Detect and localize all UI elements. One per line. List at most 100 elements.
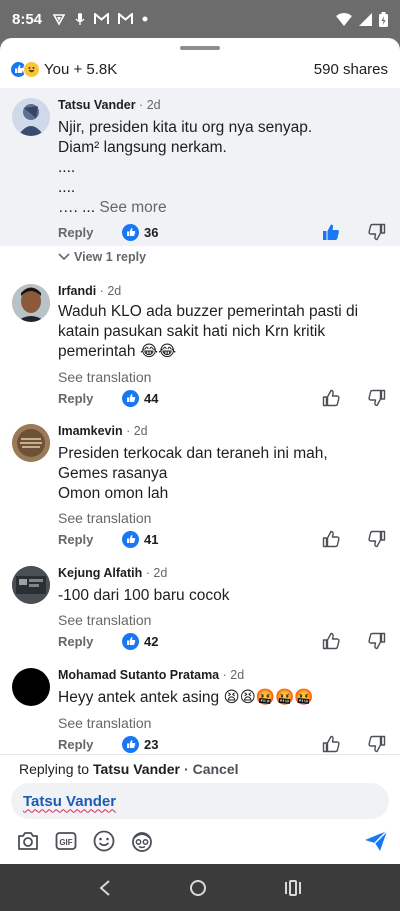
camera-button[interactable] — [16, 829, 40, 853]
avatar[interactable] — [12, 424, 50, 462]
avatar[interactable] — [12, 566, 50, 604]
like-badge-icon — [122, 530, 139, 548]
comment-actions: Reply 44 — [58, 388, 400, 408]
thumbs-up-icon[interactable] — [322, 632, 340, 650]
view-replies-link[interactable]: View 1 reply — [58, 250, 146, 264]
like-count[interactable]: 23 — [122, 735, 158, 753]
like-badge-icon — [122, 735, 139, 753]
comment-text: Heyy antek antek asing 😫😫🤬🤬🤬 — [58, 689, 314, 706]
clock: 8:54 — [12, 10, 43, 28]
replying-separator: · — [183, 760, 189, 777]
replying-bar: Replying to Tatsu Vander · Cancel — [0, 754, 400, 782]
notification-icons — [52, 12, 148, 26]
comment-actions: Reply 36 — [58, 222, 400, 242]
vote-buttons — [322, 389, 386, 407]
comment-author[interactable]: Tatsu Vander · 2d — [58, 98, 161, 112]
avatar[interactable] — [12, 668, 50, 706]
avatar-sticker-icon — [132, 832, 152, 852]
vote-buttons — [322, 530, 386, 548]
avatar[interactable] — [12, 98, 50, 136]
gif-button[interactable]: GIF — [54, 829, 78, 853]
vote-buttons — [322, 223, 386, 241]
comment-item: Irfandi · 2d Waduh KLO ada buzzer pemeri… — [0, 278, 400, 414]
comment-time: 2d — [146, 98, 161, 112]
drag-handle[interactable] — [180, 46, 220, 50]
comment-actions: Reply 41 — [58, 529, 400, 549]
comment-text: Waduh KLO ada buzzer pemerintah pasti di… — [58, 303, 359, 360]
system-nav-bar — [0, 864, 400, 911]
recents-icon[interactable] — [284, 879, 302, 896]
vote-buttons — [322, 735, 386, 753]
reaction-header: You + 5.8K 590 shares — [0, 56, 400, 82]
reply-button[interactable]: Reply — [58, 532, 122, 547]
mention-tag[interactable]: Tatsu Vander — [23, 793, 116, 810]
thumbs-down-icon[interactable] — [368, 632, 386, 650]
replying-to-name: Tatsu Vander — [93, 760, 180, 777]
like-count[interactable]: 42 — [122, 632, 158, 650]
svg-text:GIF: GIF — [59, 838, 72, 847]
like-count[interactable]: 41 — [122, 530, 158, 548]
smiley-icon — [93, 830, 115, 852]
reply-button[interactable]: Reply — [58, 225, 122, 240]
shares-count[interactable]: 590 shares — [314, 61, 388, 78]
comment-time: 2d — [107, 284, 122, 298]
comment-actions: Reply 23 — [58, 734, 400, 754]
reaction-summary-icons[interactable] — [10, 60, 40, 78]
comment-author[interactable]: Imamkevin · 2d — [58, 424, 148, 438]
comment-input[interactable]: Tatsu Vander — [11, 783, 389, 819]
reply-button[interactable]: Reply — [58, 737, 122, 752]
status-bar: 8:54 — [0, 0, 400, 38]
comment-text: Presiden terkocak dan teraneh ini mah, G… — [58, 445, 328, 502]
comment-time: 2d — [153, 566, 168, 580]
thumbs-up-icon[interactable] — [322, 530, 340, 548]
comment-text: -100 dari 100 baru cocok — [58, 587, 230, 604]
vote-buttons — [322, 632, 386, 650]
reply-button[interactable]: Reply — [58, 634, 122, 649]
send-button[interactable] — [364, 829, 388, 853]
see-more-link[interactable]: See more — [99, 199, 166, 216]
vpn-icon — [52, 14, 66, 26]
comments-sheet: You + 5.8K 590 shares Tatsu Vander · 2d … — [0, 38, 400, 864]
chevron-down-icon — [58, 253, 70, 261]
avatar-sticker-button[interactable] — [130, 829, 154, 853]
comment-author[interactable]: Kejung Alfatih · 2d — [58, 566, 167, 580]
see-translation-link[interactable]: See translation — [58, 715, 151, 731]
reply-button[interactable]: Reply — [58, 391, 122, 406]
comment-time: 2d — [133, 424, 148, 438]
comment-author[interactable]: Mohamad Sutanto Pratama · 2d — [58, 668, 244, 682]
avatar[interactable] — [12, 284, 50, 322]
emoji-button[interactable] — [92, 829, 116, 853]
home-icon[interactable] — [189, 879, 207, 897]
system-icons — [336, 11, 388, 27]
like-count[interactable]: 44 — [122, 389, 158, 407]
see-translation-link[interactable]: See translation — [58, 369, 151, 385]
reaction-count[interactable]: You + 5.8K — [44, 61, 117, 78]
gmail-icon — [118, 13, 134, 24]
thumbs-down-icon[interactable] — [368, 223, 386, 241]
comment-item: Mohamad Sutanto Pratama · 2d Heyy antek … — [0, 664, 400, 754]
comment-item: Imamkevin · 2d Presiden terkocak dan ter… — [0, 420, 400, 556]
gmail-icon — [94, 13, 110, 24]
like-badge-icon — [122, 632, 139, 650]
comment-item: Tatsu Vander · 2d Njir, presiden kita it… — [0, 88, 400, 246]
comment-item: Kejung Alfatih · 2d -100 dari 100 baru c… — [0, 562, 400, 658]
cancel-reply-button[interactable]: Cancel — [193, 761, 239, 777]
thumbs-up-icon[interactable] — [322, 223, 340, 241]
see-translation-link[interactable]: See translation — [58, 612, 151, 628]
like-count[interactable]: 36 — [122, 223, 158, 241]
comment-actions: Reply 42 — [58, 631, 400, 651]
battery-icon — [379, 11, 388, 27]
thumbs-down-icon[interactable] — [368, 389, 386, 407]
thumbs-up-icon[interactable] — [322, 389, 340, 407]
back-icon[interactable] — [98, 879, 112, 897]
thumbs-down-icon[interactable] — [368, 735, 386, 753]
thumbs-up-icon[interactable] — [322, 735, 340, 753]
replying-prefix: Replying to — [19, 760, 90, 777]
dot-icon — [142, 16, 148, 22]
see-translation-link[interactable]: See translation — [58, 510, 151, 526]
comment-author[interactable]: Irfandi · 2d — [58, 284, 121, 298]
thumbs-down-icon[interactable] — [368, 530, 386, 548]
signal-icon — [359, 12, 372, 26]
mic-icon — [75, 13, 85, 25]
wifi-icon — [336, 12, 352, 26]
